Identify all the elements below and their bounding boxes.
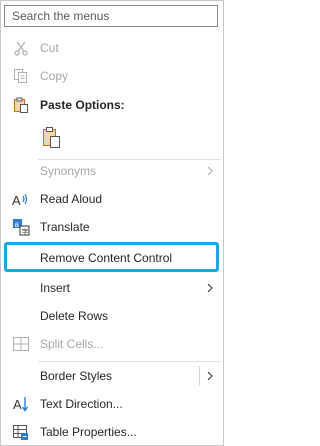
menu-item-table-properties[interactable]: Table Properties... — [1, 418, 223, 446]
menu-item-label: Table Properties... — [40, 425, 137, 439]
chevron-right-icon — [207, 283, 213, 293]
context-menu: Cut Copy Paste Options: — [0, 0, 224, 446]
menu-item-label: Border Styles — [40, 369, 113, 383]
chevron-right-icon — [207, 371, 213, 381]
split-divider — [199, 366, 200, 386]
menu-item-delete-rows[interactable]: Delete Rows — [1, 302, 223, 330]
svg-text:a: a — [15, 220, 20, 229]
copy-icon — [11, 66, 31, 86]
menu-item-label: Insert — [40, 281, 71, 295]
paste-options-header: Paste Options: — [1, 91, 223, 119]
menu-item-remove-content-control[interactable]: Remove Content Control — [1, 244, 223, 272]
menu-item-copy[interactable]: Copy — [1, 62, 223, 90]
menu-item-label: Delete Rows — [40, 309, 109, 323]
split-cells-icon — [11, 334, 31, 354]
scissors-icon — [11, 38, 31, 58]
menu-item-border-styles[interactable]: Border Styles — [1, 362, 223, 390]
menu-item-label: Translate — [40, 220, 90, 234]
menu-item-text-direction[interactable]: A Text Direction... — [1, 390, 223, 418]
read-aloud-icon: A — [11, 189, 31, 209]
menu-item-split-cells[interactable]: Split Cells... — [1, 330, 223, 358]
menu-item-label: Remove Content Control — [40, 251, 173, 265]
chevron-right-icon — [207, 166, 213, 176]
translate-icon: a 字 — [11, 217, 31, 237]
paste-options-label: Paste Options: — [40, 98, 125, 112]
menu-item-label: Cut — [40, 41, 59, 55]
menu-item-read-aloud[interactable]: A Read Aloud — [1, 185, 223, 213]
paste-keep-text-only-button[interactable] — [1, 123, 223, 153]
svg-text:A: A — [13, 397, 22, 412]
search-menus-input[interactable] — [4, 5, 218, 27]
svg-text:字: 字 — [22, 227, 29, 236]
table-properties-icon — [11, 422, 31, 442]
menu-item-label: Text Direction... — [40, 397, 123, 411]
menu-item-label: Synonyms — [40, 164, 97, 178]
svg-text:A: A — [12, 193, 21, 207]
menu-item-label: Split Cells... — [40, 337, 104, 351]
menu-item-translate[interactable]: a 字 Translate — [1, 213, 223, 241]
menu-item-label: Copy — [40, 69, 69, 83]
menu-item-label: Read Aloud — [40, 192, 103, 206]
menu-item-synonyms[interactable]: Synonyms — [1, 157, 223, 185]
text-direction-icon: A — [11, 394, 31, 414]
clipboard-paste-icon — [41, 126, 63, 150]
menu-item-insert[interactable]: Insert — [1, 274, 223, 302]
clipboard-icon — [11, 95, 31, 115]
menu-item-cut[interactable]: Cut — [1, 34, 223, 62]
